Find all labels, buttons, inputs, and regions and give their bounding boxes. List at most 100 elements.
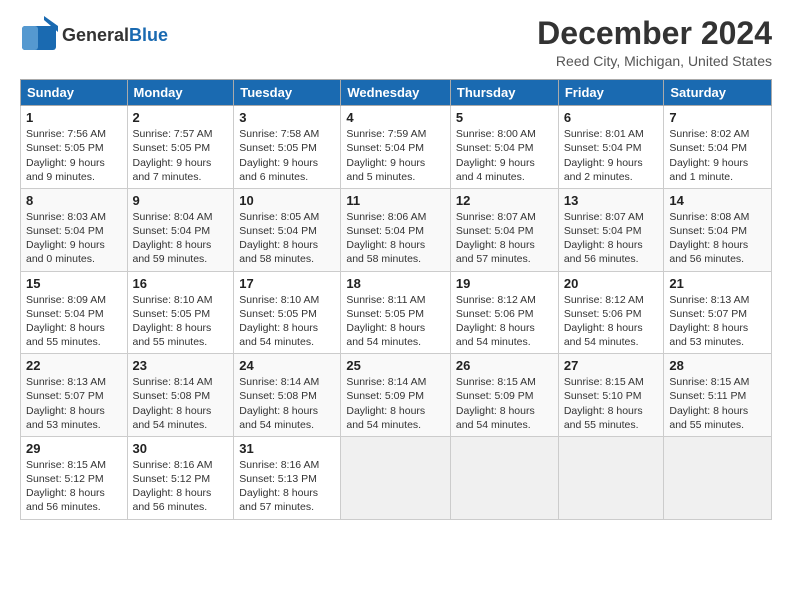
day-info-line: Sunrise: 8:08 AM — [669, 210, 766, 224]
table-row: 24Sunrise: 8:14 AMSunset: 5:08 PMDayligh… — [234, 354, 341, 437]
table-row: 9Sunrise: 8:04 AMSunset: 5:04 PMDaylight… — [127, 188, 234, 271]
day-number: 10 — [239, 193, 335, 208]
day-info-line: Sunset: 5:04 PM — [26, 307, 122, 321]
table-row: 7Sunrise: 8:02 AMSunset: 5:04 PMDaylight… — [664, 106, 772, 189]
day-info-line: Daylight: 8 hours and 56 minutes. — [564, 238, 659, 266]
day-info: Sunrise: 7:59 AMSunset: 5:04 PMDaylight:… — [346, 127, 445, 184]
day-info: Sunrise: 8:10 AMSunset: 5:05 PMDaylight:… — [239, 293, 335, 350]
day-info-line: Sunset: 5:04 PM — [239, 224, 335, 238]
day-info: Sunrise: 8:14 AMSunset: 5:08 PMDaylight:… — [133, 375, 229, 432]
day-info-line: Sunrise: 8:06 AM — [346, 210, 445, 224]
day-info-line: Sunset: 5:05 PM — [133, 141, 229, 155]
day-info-line: Daylight: 8 hours and 54 minutes. — [346, 404, 445, 432]
table-row: 6Sunrise: 8:01 AMSunset: 5:04 PMDaylight… — [558, 106, 664, 189]
day-info-line: Sunset: 5:12 PM — [26, 472, 122, 486]
day-info: Sunrise: 7:58 AMSunset: 5:05 PMDaylight:… — [239, 127, 335, 184]
day-info-line: Sunrise: 8:09 AM — [26, 293, 122, 307]
calendar: Sunday Monday Tuesday Wednesday Thursday… — [20, 79, 772, 519]
day-info-line: Daylight: 8 hours and 57 minutes. — [456, 238, 553, 266]
day-info-line: Sunrise: 8:13 AM — [669, 293, 766, 307]
day-number: 13 — [564, 193, 659, 208]
day-number: 20 — [564, 276, 659, 291]
day-info: Sunrise: 8:15 AMSunset: 5:12 PMDaylight:… — [26, 458, 122, 515]
day-info-line: Sunrise: 8:04 AM — [133, 210, 229, 224]
day-number: 17 — [239, 276, 335, 291]
day-number: 31 — [239, 441, 335, 456]
day-info-line: Sunrise: 7:59 AM — [346, 127, 445, 141]
table-row: 25Sunrise: 8:14 AMSunset: 5:09 PMDayligh… — [341, 354, 451, 437]
calendar-week-row: 22Sunrise: 8:13 AMSunset: 5:07 PMDayligh… — [21, 354, 772, 437]
table-row: 13 Sunrise: 8:07 AMSunset: 5:04 PMDayligh… — [558, 188, 664, 271]
day-info-line: Sunrise: 8:07 AM — [456, 210, 553, 224]
day-info-line: Sunrise: 8:15 AM — [456, 375, 553, 389]
day-number: 14 — [669, 193, 766, 208]
table-row: 10 Sunrise: 8:05 AMSunset: 5:04 PMDayligh… — [234, 188, 341, 271]
day-info-line: Sunrise: 8:10 AM — [239, 293, 335, 307]
day-info-line: Sunrise: 8:07 AM — [564, 210, 659, 224]
day-info-line: Daylight: 8 hours and 56 minutes. — [26, 486, 122, 514]
day-info-line: Sunrise: 8:11 AM — [346, 293, 445, 307]
day-info-line: Sunset: 5:04 PM — [346, 141, 445, 155]
header-friday: Friday — [558, 80, 664, 106]
day-info: Sunrise: 8:08 AMSunset: 5:04 PMDaylight:… — [669, 210, 766, 267]
day-info: Sunrise: 8:13 AMSunset: 5:07 PMDaylight:… — [669, 293, 766, 350]
table-row: 18Sunrise: 8:11 AMSunset: 5:05 PMDayligh… — [341, 271, 451, 354]
day-info-line: Sunset: 5:08 PM — [133, 389, 229, 403]
day-info-line: Daylight: 8 hours and 54 minutes. — [239, 321, 335, 349]
table-row: 29 Sunrise: 8:15 AMSunset: 5:12 PMDayligh… — [21, 436, 128, 519]
day-info-line: Daylight: 8 hours and 54 minutes. — [456, 321, 553, 349]
title-block: December 2024 Reed City, Michigan, Unite… — [537, 16, 772, 69]
day-info-line: Sunrise: 7:57 AM — [133, 127, 229, 141]
day-info-line: Sunset: 5:10 PM — [564, 389, 659, 403]
day-info-line: Sunset: 5:04 PM — [456, 141, 553, 155]
day-info-line: Sunset: 5:06 PM — [564, 307, 659, 321]
day-info-line: Sunset: 5:05 PM — [26, 141, 122, 155]
table-row: 30Sunrise: 8:16 AMSunset: 5:12 PMDayligh… — [127, 436, 234, 519]
calendar-week-row: 15Sunrise: 8:09 AMSunset: 5:04 PMDayligh… — [21, 271, 772, 354]
table-row: 26 Sunrise: 8:15 AMSunset: 5:09 PMDayligh… — [450, 354, 558, 437]
day-info-line: Daylight: 8 hours and 58 minutes. — [239, 238, 335, 266]
table-row: 17 Sunrise: 8:10 AMSunset: 5:05 PMDayligh… — [234, 271, 341, 354]
table-row — [341, 436, 451, 519]
logo-blue: Blue — [129, 25, 168, 45]
day-info-line: Sunset: 5:05 PM — [239, 141, 335, 155]
day-info-line: Daylight: 8 hours and 54 minutes. — [133, 404, 229, 432]
day-info-line: Sunset: 5:07 PM — [669, 307, 766, 321]
day-info: Sunrise: 8:15 AMSunset: 5:11 PMDaylight:… — [669, 375, 766, 432]
day-info-line: Sunrise: 8:05 AM — [239, 210, 335, 224]
day-info: Sunrise: 8:07 AMSunset: 5:04 PMDaylight:… — [456, 210, 553, 267]
day-number: 29 — [26, 441, 122, 456]
day-info-line: Sunrise: 8:12 AM — [564, 293, 659, 307]
day-info-line: Daylight: 8 hours and 53 minutes. — [26, 404, 122, 432]
day-info-line: Daylight: 8 hours and 54 minutes. — [456, 404, 553, 432]
day-info-line: Sunset: 5:09 PM — [346, 389, 445, 403]
calendar-week-row: 8Sunrise: 8:03 AMSunset: 5:04 PMDaylight… — [21, 188, 772, 271]
day-info: Sunrise: 8:07 AMSunset: 5:04 PMDaylight:… — [564, 210, 659, 267]
day-info: Sunrise: 7:57 AMSunset: 5:05 PMDaylight:… — [133, 127, 229, 184]
day-number: 8 — [26, 193, 122, 208]
calendar-week-row: 29 Sunrise: 8:15 AMSunset: 5:12 PMDayligh… — [21, 436, 772, 519]
day-number: 28 — [669, 358, 766, 373]
calendar-week-row: 1Sunrise: 7:56 AMSunset: 5:05 PMDaylight… — [21, 106, 772, 189]
day-info: Sunrise: 8:05 AMSunset: 5:04 PMDaylight:… — [239, 210, 335, 267]
day-info-line: Sunset: 5:09 PM — [456, 389, 553, 403]
day-info: Sunrise: 8:16 AMSunset: 5:13 PMDaylight:… — [239, 458, 335, 515]
day-info: Sunrise: 8:06 AMSunset: 5:04 PMDaylight:… — [346, 210, 445, 267]
day-info-line: Daylight: 8 hours and 55 minutes. — [564, 404, 659, 432]
day-info-line: Sunrise: 8:02 AM — [669, 127, 766, 141]
day-info: Sunrise: 8:14 AMSunset: 5:09 PMDaylight:… — [346, 375, 445, 432]
day-info-line: Sunrise: 8:12 AM — [456, 293, 553, 307]
header-monday: Monday — [127, 80, 234, 106]
header-sunday: Sunday — [21, 80, 128, 106]
day-info-line: Daylight: 8 hours and 57 minutes. — [239, 486, 335, 514]
day-number: 27 — [564, 358, 659, 373]
day-info-line: Sunset: 5:04 PM — [564, 141, 659, 155]
day-number: 16 — [133, 276, 229, 291]
table-row: 2Sunrise: 7:57 AMSunset: 5:05 PMDaylight… — [127, 106, 234, 189]
header-tuesday: Tuesday — [234, 80, 341, 106]
day-info-line: Sunrise: 8:10 AM — [133, 293, 229, 307]
day-info-line: Sunrise: 8:15 AM — [669, 375, 766, 389]
day-info: Sunrise: 8:12 AMSunset: 5:06 PMDaylight:… — [564, 293, 659, 350]
header: GeneralBlue December 2024 Reed City, Mic… — [20, 16, 772, 69]
day-number: 26 — [456, 358, 553, 373]
